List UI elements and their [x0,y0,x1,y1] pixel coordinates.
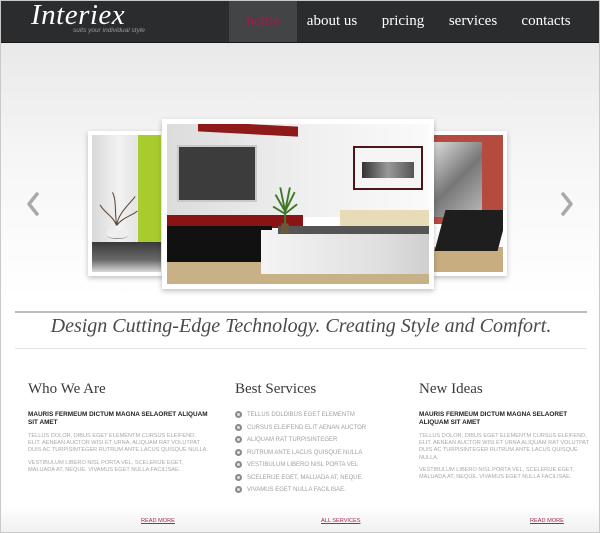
chevron-right-icon [561,192,573,216]
nav-about-us[interactable]: about us [297,1,367,42]
bullet-icon [235,436,242,443]
interior-image-bedroom [167,124,429,284]
slide-right-image[interactable] [429,131,507,276]
column-title: Who We Are [28,381,106,397]
list-item[interactable]: VESTIBULUM LIBERO NISL PORTA VEL [235,461,395,474]
list-item[interactable]: SCELERIJE EGET, MALUADA AT, NEQUE. [235,473,395,487]
bullet-icon [235,448,242,456]
read-more-link-who-we-are[interactable]: READ MORE [141,518,175,524]
column-who-we-are: Who We Are MAURIS FERMEUM DICTUM MAGNA S… [28,381,208,479]
column-new-ideas: New Ideas MAURIS FERMEUM DICTUM MAGNA SE… [419,381,589,486]
column-lead: MAURIS FERMEUM DICTUM MAGNA SELAORET ALI… [419,411,568,426]
services-list: TELLUS DOLDIBUS EGET ELEMENTM CURSUS ELE… [235,411,395,499]
all-services-link[interactable]: ALL SERVICES [321,518,361,524]
slide-center-image[interactable] [162,119,434,289]
tagline: Design Cutting-Edge Technology. Creating… [50,315,552,337]
column-lead: MAURIS FERMEUM DICTUM MAGNA SELAORET ALI… [28,411,208,426]
list-item[interactable]: RUTRUM ANTE LACUS QUISQUE NULLA [235,448,395,462]
page: Interiex suits your individual style hom… [0,0,600,533]
bullet-icon [235,486,242,493]
column-title: New Ideas [419,381,483,397]
nav-services[interactable]: services [439,1,507,42]
column-title: Best Services [235,381,317,397]
branches-illustration [99,192,138,226]
chevron-left-icon [27,192,39,216]
bullet-icon [235,461,242,468]
slider-next-button[interactable] [559,191,575,217]
read-more-link-new-ideas[interactable]: READ MORE [530,518,564,524]
bullet-icon [235,423,242,431]
column-paragraph: TELLUS DOLOR, DIBUS EGET ELEMENTM CURSUS… [28,433,208,454]
list-item[interactable]: TELLUS DOLDIBUS EGET ELEMENTM [235,411,395,424]
list-item[interactable]: ALIQUAM RAT TURPISINTEGER [235,436,395,449]
nav-pricing[interactable]: pricing [367,1,439,42]
plant-illustration [272,187,298,233]
main-nav: home about us pricing services contacts [229,1,585,42]
column-paragraph: VESTIBULUM LIBERO NISL PORTA VEL, SCELER… [419,466,575,481]
slide-left-image[interactable] [88,131,165,276]
image-slider [1,43,599,298]
nav-contacts[interactable]: contacts [507,1,585,42]
bullet-icon [235,473,242,481]
tagline-divider-top [15,311,587,313]
column-paragraph: TELLUS DOLOR, DIBUS EGET ELEMENTM CURSUS… [419,433,589,461]
slogan: suits your individual style [73,27,145,34]
interior-image-chair [433,135,503,272]
list-item[interactable]: VIVAMUS EGET NULLA FACILISAE. [235,486,395,499]
footer-shade [1,506,599,532]
bullet-icon [235,411,242,418]
tagline-divider-bottom [15,348,587,349]
interior-image-vase [92,135,161,272]
column-paragraph: VESTIBULUM LIBERO NISL PORTA VEL, SCELER… [28,459,184,473]
column-best-services: Best Services TELLUS DOLDIBUS EGET ELEME… [235,381,395,499]
slider-prev-button[interactable] [25,191,41,217]
nav-home[interactable]: home [229,1,297,42]
list-item[interactable]: CURSUS ELEIFEND ELIT AENAN AUCTOR [235,423,395,437]
header-bar: Interiex suits your individual style hom… [1,1,599,43]
